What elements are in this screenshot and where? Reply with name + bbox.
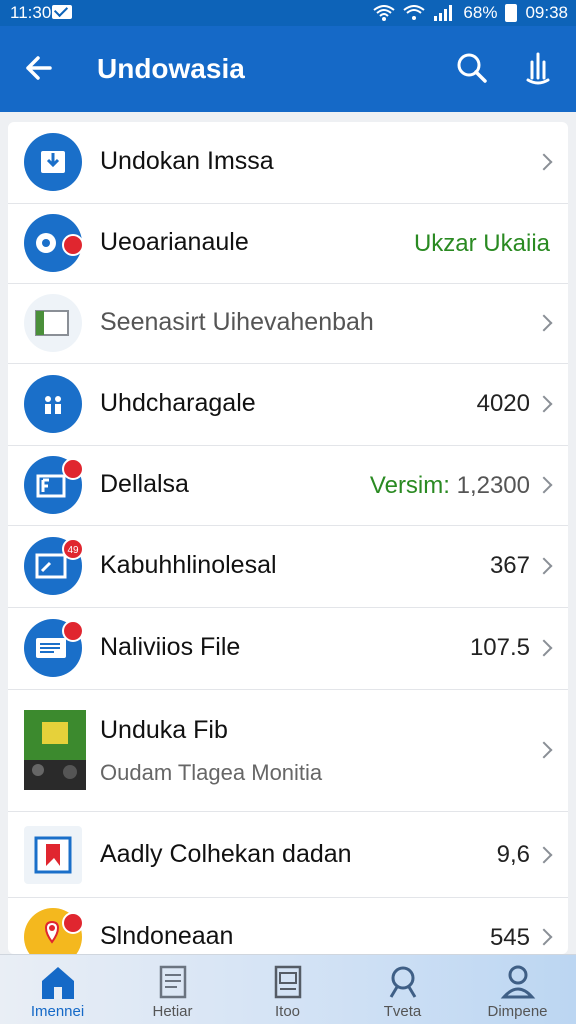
chevron-right-icon (535, 476, 553, 494)
list-item[interactable]: Undokan Imssa (8, 122, 568, 204)
nav-label: Imennei (30, 1003, 85, 1020)
signal-icon (434, 5, 453, 21)
chevron-right-icon (535, 639, 553, 657)
nav-profile[interactable]: Dimpene (460, 955, 575, 1024)
list-item-value: 4020 (476, 390, 530, 417)
list-item[interactable]: 49 Kabuhhlinolesal 367 (8, 526, 568, 608)
profile-icon (500, 965, 536, 999)
list-item-value: 367 (489, 552, 530, 579)
bottom-nav: Imennei Hetiar Itoo Tveta Dimpene (0, 954, 576, 1024)
notification-badge (62, 458, 84, 480)
wifi-icon (373, 5, 396, 21)
list-item-value: 545 (489, 924, 530, 951)
chevron-right-icon (535, 928, 553, 946)
list-item[interactable]: Dellalsa Versim: 1,2300 (8, 446, 568, 526)
list-item-label: Unduka Fib (100, 716, 228, 744)
list-item[interactable]: Uhdcharagale 4020 (8, 364, 568, 446)
list-item[interactable]: Aadly Colhekan dadan 9,6 (8, 812, 568, 898)
list-item-label: Uhdcharagale (100, 389, 256, 417)
settings-list: Undokan Imssa Ueoarianaule Ukzar Ukaiia … (8, 122, 568, 954)
list-item-label: Naliviios File (100, 633, 241, 661)
list-item[interactable]: Naliviios File 107.5 (8, 608, 568, 690)
screen-icon (24, 294, 82, 352)
battery-percent: 68% (463, 3, 498, 22)
nav-search[interactable]: Tveta (345, 955, 460, 1024)
nav-label: Hetiar (152, 1003, 193, 1020)
calendar-icon (159, 965, 187, 999)
version-number: 1,2300 (456, 472, 530, 499)
notification-badge: 49 (62, 538, 84, 560)
chevron-right-icon (535, 741, 553, 759)
nav-files[interactable]: Itoo (230, 955, 345, 1024)
clock-right: 09:38 (525, 3, 568, 22)
version-label: Versim: (369, 472, 450, 499)
media-thumbnail (24, 710, 86, 790)
list-item-label: Kabuhhlinolesal (100, 551, 277, 579)
search-icon[interactable] (452, 48, 492, 88)
list-item-label: Dellalsa (100, 470, 189, 498)
touch-icon[interactable] (518, 48, 558, 88)
people-icon (24, 375, 82, 433)
chevron-right-icon (535, 846, 553, 864)
document-icon (274, 965, 302, 999)
list-item-label: Seenasirt Uihevahenbah (100, 308, 374, 336)
chevron-right-icon (535, 557, 553, 575)
list-item-value: 9,6 (496, 841, 530, 868)
nav-label: Tveta (383, 1003, 422, 1020)
back-arrow-icon[interactable] (20, 48, 60, 88)
notification-badge (62, 620, 84, 642)
notification-badge (62, 912, 84, 934)
nav-label: Dimpene (487, 1003, 548, 1020)
list-item-value: 107.5 (469, 634, 530, 661)
home-icon (42, 967, 74, 999)
list-item[interactable]: Unduka Fib Oudam Tlagea Monitia (8, 690, 568, 812)
chevron-right-icon (535, 314, 553, 332)
mail-icon (52, 5, 72, 19)
list-item-label: Ueoarianaule (100, 228, 249, 256)
battery-icon (505, 4, 518, 22)
chevron-right-icon (535, 153, 553, 171)
status-bar: 11:30 68% 09:38 (0, 0, 576, 26)
list-item-label: Slndoneaan (100, 922, 234, 950)
search-icon (389, 966, 417, 998)
list-item-subtitle: Oudam Tlagea Monitia (100, 760, 323, 785)
wifi-alt-icon (403, 5, 426, 20)
list-item[interactable]: Ueoarianaule Ukzar Ukaiia (8, 204, 568, 284)
list-item-label: Undokan Imssa (100, 147, 274, 175)
download-app-icon (24, 133, 82, 191)
list-item[interactable]: Slndoneaan 545 (8, 898, 568, 954)
nav-history[interactable]: Hetiar (115, 955, 230, 1024)
page-title: Undowasia (97, 53, 245, 84)
list-item-value: Ukzar Ukaiia (413, 230, 550, 257)
list-item-label: Aadly Colhekan dadan (100, 840, 352, 868)
notification-badge (62, 234, 84, 256)
nav-home[interactable]: Imennei (0, 955, 115, 1024)
status-time: 11:30 (10, 3, 52, 22)
nav-label: Itoo (274, 1003, 301, 1020)
app-bar: Undowasia (0, 26, 576, 112)
bookmark-icon (24, 826, 82, 884)
list-item[interactable]: Seenasirt Uihevahenbah (8, 284, 568, 364)
list-item-value: Versim: 1,2300 (370, 472, 530, 500)
chevron-right-icon (535, 395, 553, 413)
